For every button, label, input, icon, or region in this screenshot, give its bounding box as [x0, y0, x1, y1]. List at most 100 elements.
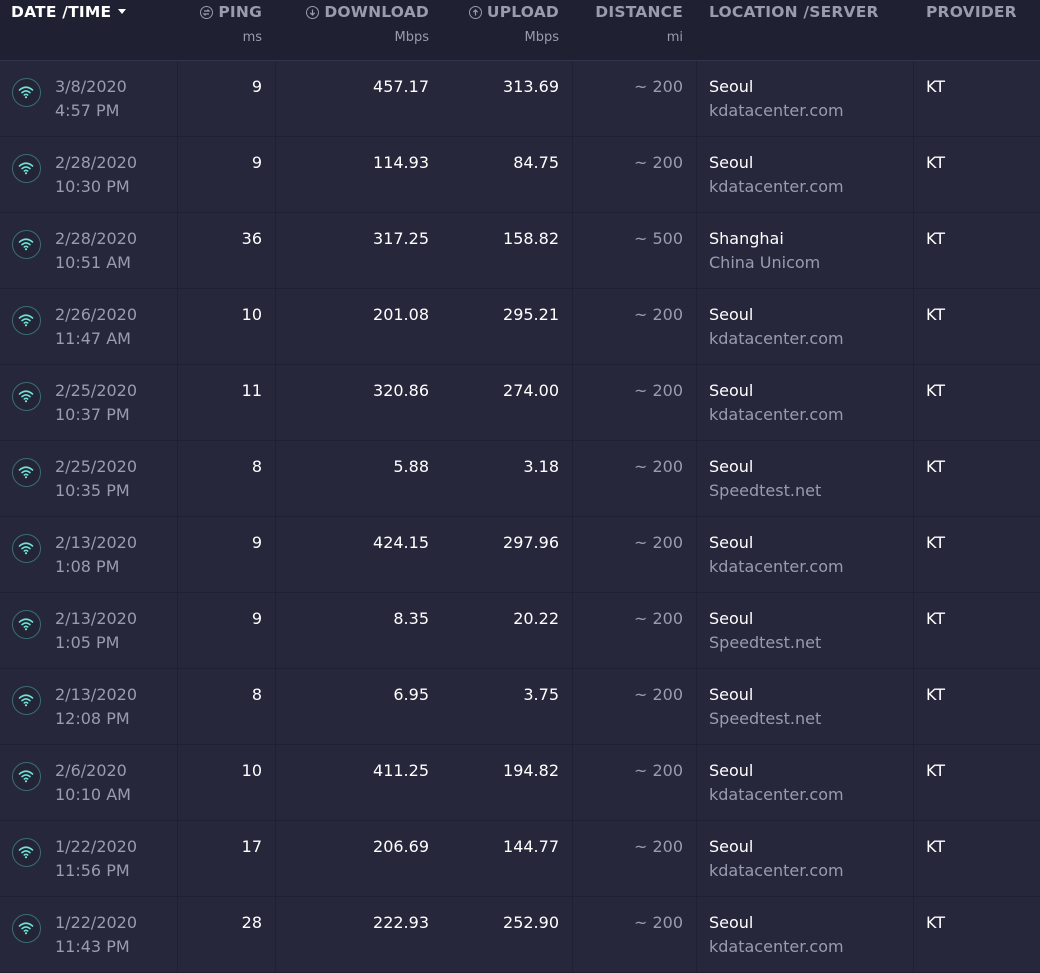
ping-header-label: PING [218, 3, 262, 21]
table-row[interactable]: 2/13/2020 12:08 PM 8 6.95 3.75 ~ 200 Seo… [0, 669, 1040, 744]
server-name: kdatacenter.com [709, 177, 844, 196]
table-row[interactable]: 3/8/2020 4:57 PM 9 457.17 313.69 ~ 200 S… [0, 61, 1040, 136]
column-divider [275, 213, 276, 288]
column-divider [177, 289, 178, 364]
server-name: Speedtest.net [709, 709, 822, 728]
distance-value: ~ 200 [633, 533, 683, 552]
table-row[interactable]: 2/13/2020 1:08 PM 9 424.15 297.96 ~ 200 … [0, 517, 1040, 592]
upload-header-label: UPLOAD [486, 3, 559, 21]
download-value: 206.69 [373, 837, 429, 856]
column-header-download[interactable]: DOWNLOAD [306, 3, 429, 21]
column-header-upload[interactable]: UPLOAD [468, 3, 559, 21]
download-value: 424.15 [373, 533, 429, 552]
date-time-header-label: DATE /TIME [11, 3, 112, 21]
table-row[interactable]: 2/28/2020 10:51 AM 36 317.25 158.82 ~ 50… [0, 213, 1040, 288]
column-divider [275, 441, 276, 516]
table-body: 3/8/2020 4:57 PM 9 457.17 313.69 ~ 200 S… [0, 61, 1040, 973]
table-row[interactable]: 2/13/2020 1:05 PM 9 8.35 20.22 ~ 200 Seo… [0, 593, 1040, 668]
upload-value: 194.82 [503, 761, 559, 780]
provider-name: KT [926, 533, 946, 552]
upload-value: 84.75 [513, 153, 559, 172]
column-header-distance[interactable]: DISTANCE [595, 3, 683, 21]
upload-value: 3.18 [523, 457, 559, 476]
download-value: 201.08 [373, 305, 429, 324]
column-divider [572, 213, 573, 288]
ping-value: 8 [251, 457, 262, 476]
distance-value: ~ 200 [633, 837, 683, 856]
column-divider [572, 137, 573, 212]
location-name: Seoul [709, 761, 754, 780]
result-time: 10:37 PM [55, 405, 130, 424]
column-header-provider[interactable]: PROVIDER [926, 3, 1017, 21]
result-date: 2/6/2020 [55, 761, 127, 780]
server-name: kdatacenter.com [709, 785, 844, 804]
column-divider [572, 365, 573, 440]
table-row[interactable]: 2/26/2020 11:47 AM 10 201.08 295.21 ~ 20… [0, 289, 1040, 364]
ping-value: 17 [241, 837, 262, 856]
result-time: 10:35 PM [55, 481, 130, 500]
provider-name: KT [926, 381, 946, 400]
download-value: 5.88 [393, 457, 429, 476]
table-header: DATE /TIME PING ms DOWNLOAD Mbps UPLOAD … [0, 0, 1040, 61]
wifi-icon [12, 914, 41, 943]
upload-value: 158.82 [503, 229, 559, 248]
wifi-icon [12, 306, 41, 335]
column-divider [177, 669, 178, 744]
upload-value: 295.21 [503, 305, 559, 324]
column-divider [913, 289, 914, 364]
column-divider [696, 213, 697, 288]
table-row[interactable]: 1/22/2020 11:56 PM 17 206.69 144.77 ~ 20… [0, 821, 1040, 896]
sort-caret-down-icon[interactable] [118, 9, 127, 14]
distance-value: ~ 500 [633, 229, 683, 248]
column-divider [913, 213, 914, 288]
column-divider [913, 517, 914, 592]
column-header-ping[interactable]: PING [200, 3, 262, 21]
column-divider [572, 289, 573, 364]
result-date: 2/25/2020 [55, 457, 138, 476]
distance-value: ~ 200 [633, 381, 683, 400]
column-divider [913, 365, 914, 440]
wifi-icon [12, 382, 41, 411]
column-divider [572, 517, 573, 592]
column-divider [177, 821, 178, 896]
column-divider [275, 745, 276, 820]
column-divider [177, 745, 178, 820]
result-date: 2/13/2020 [55, 609, 138, 628]
server-name: kdatacenter.com [709, 101, 844, 120]
wifi-icon [12, 838, 41, 867]
result-time: 10:51 AM [55, 253, 131, 272]
provider-name: KT [926, 229, 946, 248]
download-value: 8.35 [393, 609, 429, 628]
result-time: 4:57 PM [55, 101, 120, 120]
table-row[interactable]: 2/25/2020 10:35 PM 8 5.88 3.18 ~ 200 Seo… [0, 441, 1040, 516]
column-header-location-server[interactable]: LOCATION /SERVER [709, 3, 879, 21]
column-divider [913, 745, 914, 820]
provider-name: KT [926, 913, 946, 932]
wifi-icon [12, 762, 41, 791]
table-row[interactable]: 1/22/2020 11:43 PM 28 222.93 252.90 ~ 20… [0, 897, 1040, 972]
table-row[interactable]: 2/6/2020 10:10 AM 10 411.25 194.82 ~ 200… [0, 745, 1040, 820]
column-header-date-time[interactable]: DATE /TIME [11, 3, 127, 21]
column-divider [275, 61, 276, 136]
result-time: 12:08 PM [55, 709, 130, 728]
column-divider [696, 441, 697, 516]
result-date: 2/25/2020 [55, 381, 138, 400]
wifi-icon [12, 230, 41, 259]
table-row[interactable]: 2/25/2020 10:37 PM 11 320.86 274.00 ~ 20… [0, 365, 1040, 440]
download-value: 222.93 [373, 913, 429, 932]
location-name: Seoul [709, 685, 754, 704]
server-name: kdatacenter.com [709, 937, 844, 956]
upload-unit: Mbps [524, 30, 560, 45]
location-name: Seoul [709, 913, 754, 932]
upload-value: 313.69 [503, 77, 559, 96]
result-time: 1:08 PM [55, 557, 120, 576]
result-date: 1/22/2020 [55, 913, 138, 932]
ping-value: 9 [251, 153, 262, 172]
table-row[interactable]: 2/28/2020 10:30 PM 9 114.93 84.75 ~ 200 … [0, 137, 1040, 212]
column-divider [572, 745, 573, 820]
column-divider [696, 897, 697, 972]
server-name: kdatacenter.com [709, 557, 844, 576]
column-divider [696, 821, 697, 896]
upload-value: 274.00 [503, 381, 559, 400]
ping-value: 8 [251, 685, 262, 704]
